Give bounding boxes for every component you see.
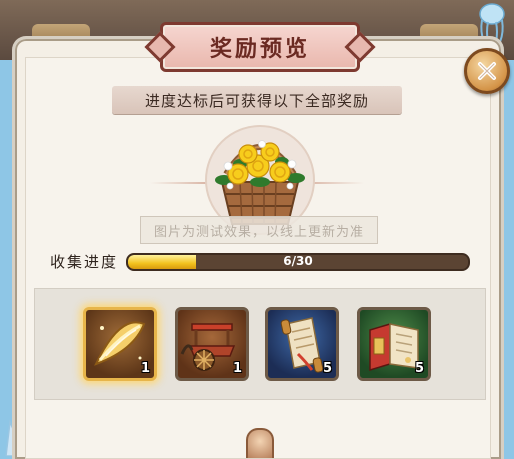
item-count: 5 bbox=[414, 361, 424, 376]
close-icon bbox=[478, 62, 496, 80]
reward-item-golden-feather[interactable]: 1 bbox=[83, 307, 157, 381]
close-button[interactable] bbox=[464, 48, 510, 94]
dialog-title: 奖励预览 bbox=[209, 37, 310, 62]
reward-item-scroll[interactable]: 5 bbox=[265, 307, 339, 381]
preview-disclaimer-text: 图片为测试效果，以线上更新为准 bbox=[153, 224, 364, 240]
progress-label: 收集进度 bbox=[50, 253, 119, 271]
subtitle-banner: 进度达标后可获得以下全部奖励 bbox=[112, 86, 402, 114]
title-plate: 奖励预览 bbox=[160, 22, 360, 72]
item-count: 5 bbox=[322, 361, 332, 376]
collection-progress-bar: 6/30 bbox=[126, 253, 470, 271]
progress-count: 6/30 bbox=[283, 254, 313, 268]
scroll-handle-decoration bbox=[246, 428, 274, 458]
item-count: 1 bbox=[232, 361, 242, 376]
reward-item-chariot[interactable]: 1 bbox=[175, 307, 249, 381]
reward-items-area: 1 1 5 5 bbox=[34, 288, 486, 400]
reward-item-book[interactable]: 5 bbox=[357, 307, 431, 381]
subtitle-text: 进度达标后可获得以下全部奖励 bbox=[144, 91, 369, 110]
item-count: 1 bbox=[140, 361, 150, 376]
preview-disclaimer: 图片为测试效果，以线上更新为准 bbox=[140, 216, 378, 244]
